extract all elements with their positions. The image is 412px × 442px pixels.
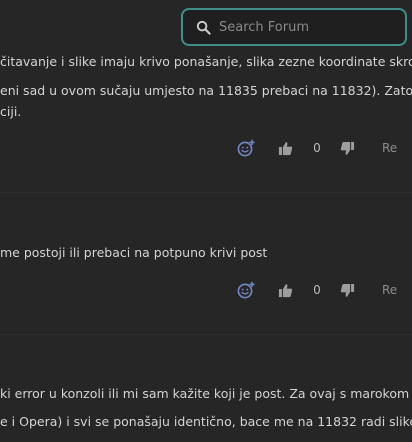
thumbs-up-icon[interactable] — [276, 139, 294, 157]
reply-button[interactable]: Re — [382, 141, 397, 155]
like-count: 0 — [313, 283, 321, 297]
post-1-line-1: čitavanje i slike imaju krivo ponašanje,… — [0, 54, 412, 69]
thumbs-down-icon[interactable] — [338, 139, 356, 157]
post-3-line-2: e i Opera) i svi se ponašaju identično, … — [0, 414, 412, 429]
post-1-body: čitavanje i slike imaju krivo ponašanje,… — [0, 51, 412, 122]
post-1-line-3: ciji. — [0, 104, 22, 119]
reply-button[interactable]: Re — [382, 283, 397, 297]
post-2-line-1: me postoji ili prebaci na potpuno krivi … — [0, 245, 268, 260]
forum-thread-page: čitavanje i slike imaju krivo ponašanje,… — [0, 0, 412, 442]
post-2-body: me postoji ili prebaci na potpuno krivi … — [0, 242, 267, 263]
post-1-line-2: eni sad u ovom sučaju umjesto na 11835 p… — [0, 83, 412, 98]
post-3-body: ki error u konzoli ili mi sam kažite koj… — [0, 383, 412, 432]
search-box[interactable] — [181, 8, 407, 46]
post-divider — [0, 192, 412, 193]
post-1-actions: 0 Re — [236, 138, 397, 158]
search-input[interactable] — [219, 19, 405, 35]
thumbs-up-icon[interactable] — [276, 281, 294, 299]
add-reaction-icon[interactable] — [236, 281, 256, 299]
search-icon — [195, 19, 211, 35]
post-2-actions: 0 Re — [236, 280, 397, 300]
thumbs-down-icon[interactable] — [338, 281, 356, 299]
post-divider — [0, 334, 412, 335]
like-count: 0 — [313, 141, 321, 155]
post-3-line-1: ki error u konzoli ili mi sam kažite koj… — [0, 386, 412, 401]
add-reaction-icon[interactable] — [236, 139, 256, 157]
